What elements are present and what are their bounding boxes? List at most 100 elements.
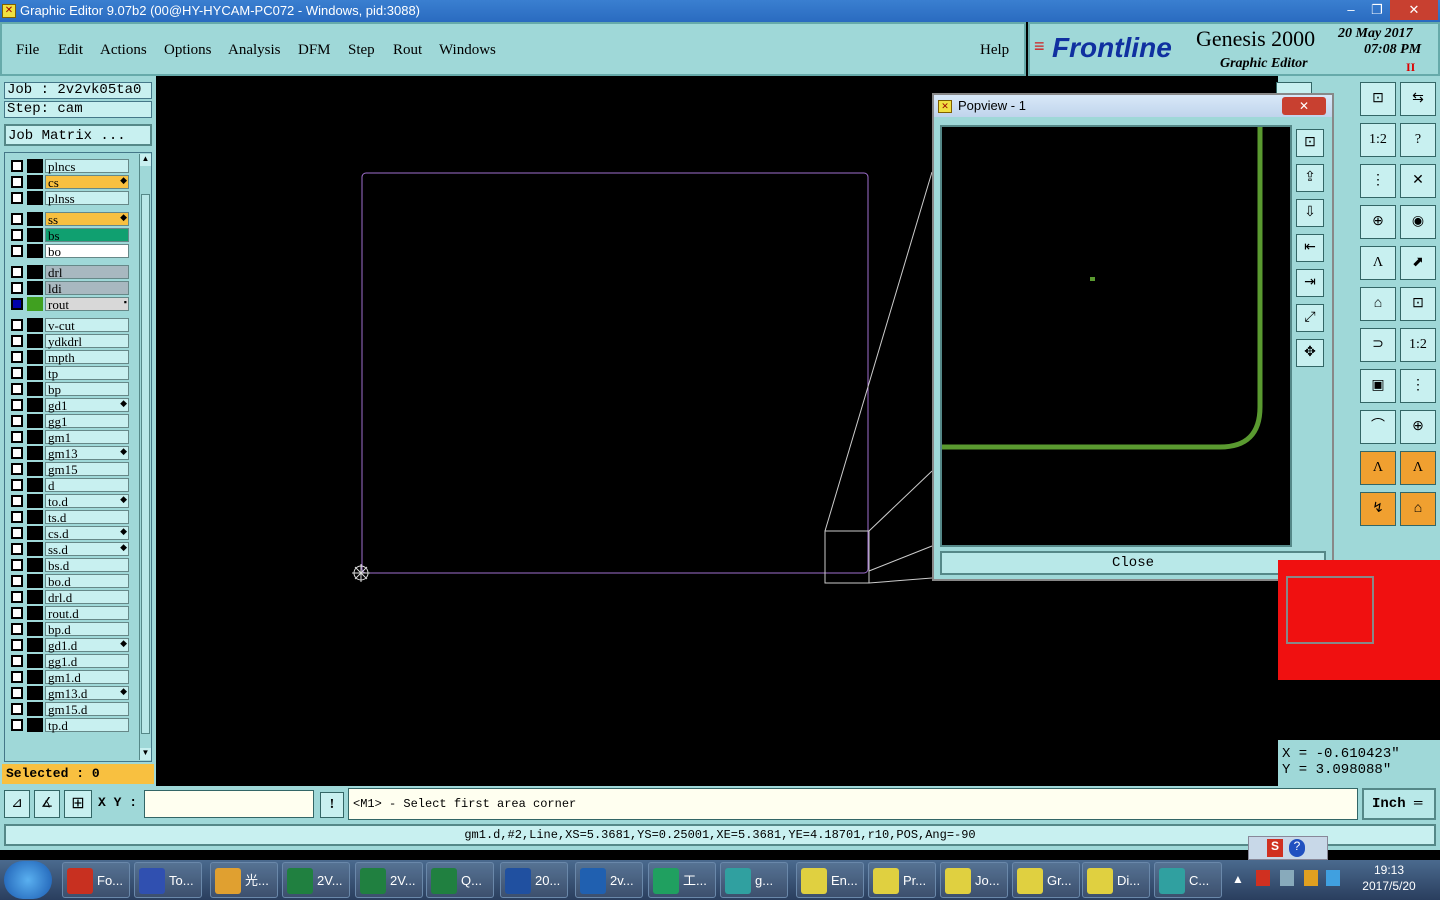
layer-name[interactable]: cs.d bbox=[45, 526, 129, 540]
measure-icon[interactable]: ∡ bbox=[34, 790, 60, 818]
layer-color-swatch[interactable] bbox=[27, 281, 43, 295]
layer-color-swatch[interactable] bbox=[27, 191, 43, 205]
tool-button[interactable]: ⊕ bbox=[1360, 205, 1396, 239]
layer-row[interactable]: cs ◆ bbox=[9, 175, 129, 189]
layer-name[interactable]: plncs bbox=[45, 159, 129, 173]
popview-tool-button[interactable]: ⇪ bbox=[1296, 164, 1324, 192]
layer-row[interactable]: plnss bbox=[9, 191, 129, 205]
layer-row[interactable]: ldi bbox=[9, 281, 129, 295]
tool-button[interactable]: ⊃ bbox=[1360, 328, 1396, 362]
layer-color-swatch[interactable] bbox=[27, 414, 43, 428]
layer-name[interactable]: gm15.d bbox=[45, 702, 129, 716]
layer-name[interactable]: tp.d bbox=[45, 718, 129, 732]
taskbar-item[interactable]: Jo... bbox=[940, 862, 1008, 898]
layer-checkbox[interactable] bbox=[11, 335, 23, 347]
xy-input[interactable] bbox=[144, 790, 314, 818]
layer-checkbox[interactable] bbox=[11, 383, 23, 395]
layer-color-swatch[interactable] bbox=[27, 350, 43, 364]
layer-color-swatch[interactable] bbox=[27, 462, 43, 476]
tool-button[interactable]: Ʌ bbox=[1360, 246, 1396, 280]
layer-name[interactable]: mpth bbox=[45, 350, 129, 364]
layer-name[interactable]: gg1.d bbox=[45, 654, 129, 668]
maximize-button[interactable]: ❐ bbox=[1364, 0, 1390, 20]
taskbar-item[interactable]: 光... bbox=[210, 862, 278, 898]
layer-row[interactable]: rout.d bbox=[9, 606, 129, 620]
layer-name[interactable]: rout.d bbox=[45, 606, 129, 620]
layer-color-swatch[interactable] bbox=[27, 590, 43, 604]
layer-color-swatch[interactable] bbox=[27, 228, 43, 242]
layer-checkbox[interactable] bbox=[11, 655, 23, 667]
popview-tool-button[interactable]: ⤢ bbox=[1296, 304, 1324, 332]
layer-checkbox[interactable] bbox=[11, 399, 23, 411]
layer-row[interactable]: ts.d bbox=[9, 510, 129, 524]
layer-color-swatch[interactable] bbox=[27, 510, 43, 524]
help-icon[interactable]: ? bbox=[1289, 839, 1305, 857]
layer-row[interactable]: plncs bbox=[9, 159, 129, 173]
layer-row[interactable]: rout ▪ bbox=[9, 297, 129, 311]
layer-checkbox[interactable] bbox=[11, 319, 23, 331]
layer-scrollbar[interactable]: ▲ ▼ bbox=[139, 154, 151, 760]
scroll-down-icon[interactable]: ▼ bbox=[140, 748, 151, 760]
tool-button[interactable]: ⊡ bbox=[1400, 287, 1436, 321]
tool-button[interactable]: ⇆ bbox=[1400, 82, 1436, 116]
layer-color-swatch[interactable] bbox=[27, 526, 43, 540]
taskbar-item[interactable]: C... bbox=[1154, 862, 1222, 898]
tray-expand-icon[interactable]: ▲ bbox=[1232, 872, 1244, 887]
layer-color-swatch[interactable] bbox=[27, 297, 43, 311]
layer-row[interactable]: gd1.d ◆ bbox=[9, 638, 129, 652]
layer-color-swatch[interactable] bbox=[27, 212, 43, 226]
layer-color-swatch[interactable] bbox=[27, 366, 43, 380]
popview-tool-button[interactable]: ⇥ bbox=[1296, 269, 1324, 297]
grid-icon[interactable]: ⊞ bbox=[64, 790, 92, 818]
layer-name[interactable]: gm1.d bbox=[45, 670, 129, 684]
tray-volume-icon[interactable] bbox=[1326, 870, 1340, 886]
layer-name[interactable]: v-cut bbox=[45, 318, 129, 332]
layer-color-swatch[interactable] bbox=[27, 430, 43, 444]
taskbar-item[interactable]: 2V... bbox=[282, 862, 350, 898]
taskbar-item[interactable]: g... bbox=[720, 862, 788, 898]
layer-checkbox[interactable] bbox=[11, 245, 23, 257]
alert-icon[interactable]: ! bbox=[320, 792, 344, 818]
layer-name[interactable]: bs.d bbox=[45, 558, 129, 572]
layer-color-swatch[interactable] bbox=[27, 718, 43, 732]
tool-button[interactable]: ⌂ bbox=[1400, 492, 1436, 526]
tool-button[interactable]: 1:2 bbox=[1400, 328, 1436, 362]
menu-file[interactable]: File bbox=[16, 42, 39, 59]
layer-row[interactable]: to.d ◆ bbox=[9, 494, 129, 508]
menu-rout[interactable]: Rout bbox=[393, 42, 422, 59]
popview-tool-button[interactable]: ⇩ bbox=[1296, 199, 1324, 227]
tool-button[interactable]: Ʌ bbox=[1360, 451, 1396, 485]
layer-checkbox[interactable] bbox=[11, 431, 23, 443]
tool-button[interactable]: ↯ bbox=[1360, 492, 1396, 526]
tool-button[interactable]: ? bbox=[1400, 123, 1436, 157]
taskbar-item[interactable]: 2v... bbox=[575, 862, 643, 898]
layer-checkbox[interactable] bbox=[11, 623, 23, 635]
layer-row[interactable]: bo.d bbox=[9, 574, 129, 588]
layer-row[interactable]: drl.d bbox=[9, 590, 129, 604]
layer-name[interactable]: gm1 bbox=[45, 430, 129, 444]
layer-checkbox[interactable] bbox=[11, 176, 23, 188]
popview-tool-button[interactable]: ⇤ bbox=[1296, 234, 1324, 262]
layer-color-swatch[interactable] bbox=[27, 318, 43, 332]
tray-flag-icon[interactable] bbox=[1256, 870, 1270, 886]
layer-checkbox[interactable] bbox=[11, 415, 23, 427]
tray-network-icon[interactable] bbox=[1280, 870, 1294, 886]
layer-name[interactable]: ldi bbox=[45, 281, 129, 295]
layer-color-swatch[interactable] bbox=[27, 574, 43, 588]
layer-checkbox[interactable] bbox=[11, 447, 23, 459]
layer-row[interactable]: bp.d bbox=[9, 622, 129, 636]
menu-help[interactable]: Help bbox=[980, 42, 1009, 59]
tool-button[interactable]: ▣ bbox=[1360, 369, 1396, 403]
layer-name[interactable]: cs bbox=[45, 175, 129, 189]
taskbar-item[interactable]: 20... bbox=[500, 862, 568, 898]
layer-name[interactable]: drl.d bbox=[45, 590, 129, 604]
layer-color-swatch[interactable] bbox=[27, 606, 43, 620]
layer-checkbox[interactable] bbox=[11, 479, 23, 491]
layer-row[interactable]: ydkdrl bbox=[9, 334, 129, 348]
layer-checkbox[interactable] bbox=[11, 671, 23, 683]
layer-name[interactable]: gm13.d bbox=[45, 686, 129, 700]
layer-checkbox[interactable] bbox=[11, 266, 23, 278]
layer-name[interactable]: bp.d bbox=[45, 622, 129, 636]
layer-name[interactable]: ss bbox=[45, 212, 129, 226]
layer-name[interactable]: plnss bbox=[45, 191, 129, 205]
